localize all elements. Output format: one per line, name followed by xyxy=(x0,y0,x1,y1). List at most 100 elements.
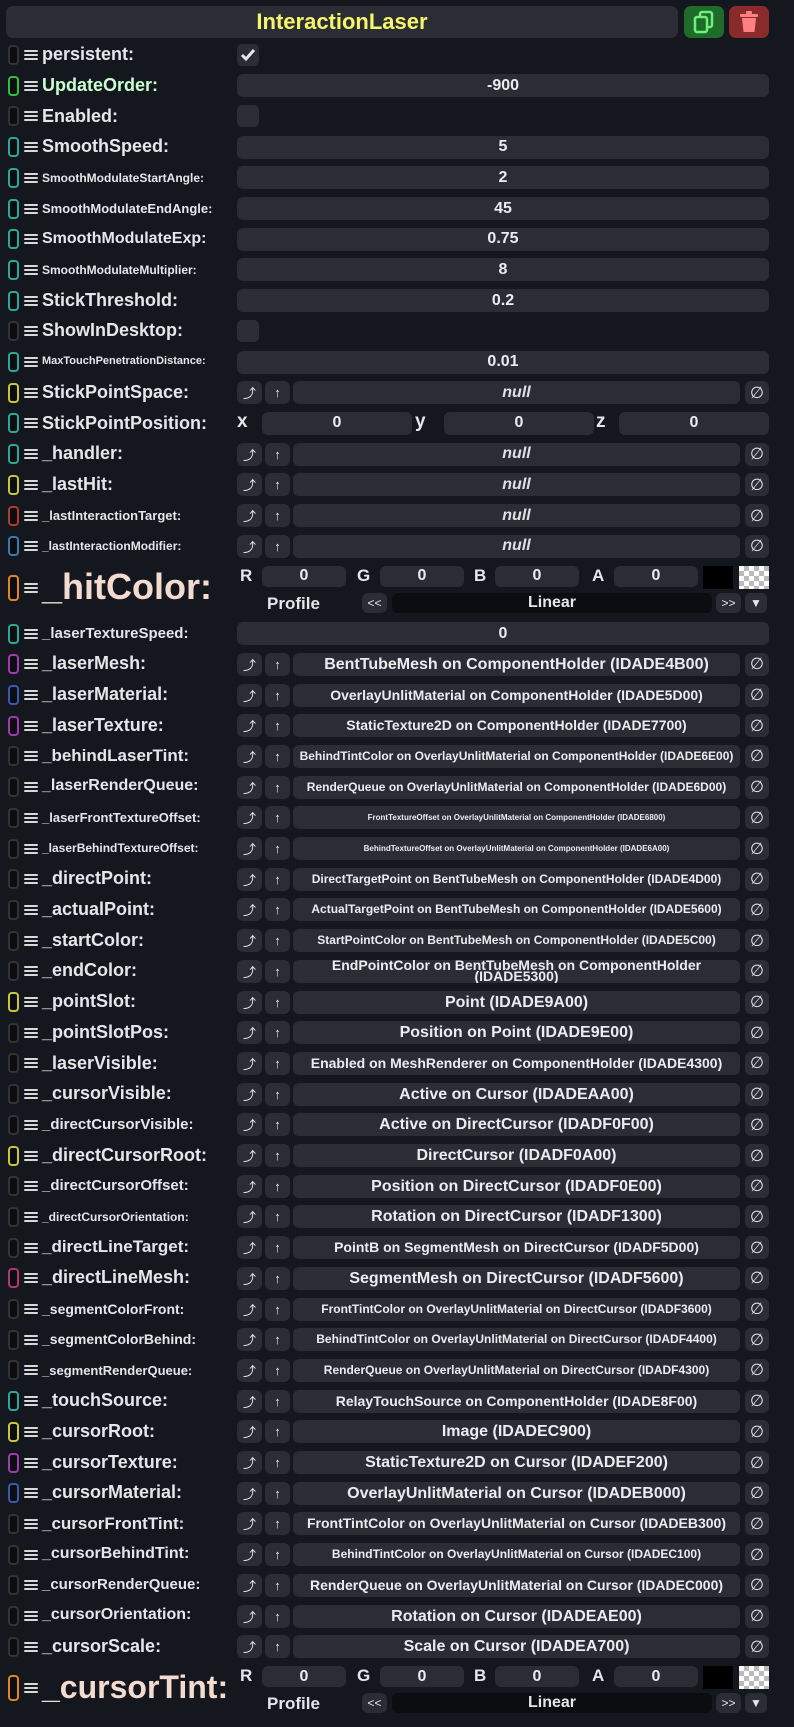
open-reference-button[interactable]: ⤴ xyxy=(237,929,262,953)
drag-handle-icon[interactable] xyxy=(24,935,38,946)
up-arrow-button[interactable]: ↑ xyxy=(265,714,290,738)
clear-button[interactable]: ∅ xyxy=(745,1174,769,1198)
up-arrow-button[interactable]: ↑ xyxy=(265,1635,290,1659)
reference-field[interactable]: Position on DirectCursor (IDADF0E00) xyxy=(293,1174,740,1198)
reference-field[interactable]: DirectTargetPoint on BentTubeMesh on Com… xyxy=(293,867,740,891)
drag-handle-icon[interactable] xyxy=(24,295,38,306)
drag-handle-icon[interactable] xyxy=(24,904,38,915)
drag-handle-icon[interactable] xyxy=(24,659,38,670)
up-arrow-button[interactable]: ↑ xyxy=(265,1328,290,1352)
color-swatch[interactable] xyxy=(703,565,733,589)
open-reference-button[interactable]: ⤴ xyxy=(237,1451,262,1474)
reference-field[interactable]: BehindTextureOffset on OverlayUnlitMater… xyxy=(293,837,740,860)
drag-handle-icon[interactable] xyxy=(24,782,38,793)
reference-field[interactable]: RelayTouchSource on ComponentHolder (IDA… xyxy=(293,1389,740,1413)
profile-next-button[interactable]: >> xyxy=(716,592,741,613)
drag-handle-icon[interactable] xyxy=(24,628,38,639)
dropdown-arrow-icon[interactable]: ▼ xyxy=(745,1693,767,1714)
drag-handle-icon[interactable] xyxy=(24,966,38,977)
up-arrow-button[interactable]: ↑ xyxy=(265,1512,290,1536)
clear-button[interactable]: ∅ xyxy=(745,683,769,707)
open-reference-button[interactable]: ⤴ xyxy=(237,1543,262,1567)
drag-handle-icon[interactable] xyxy=(24,203,38,214)
up-arrow-button[interactable]: ↑ xyxy=(265,929,290,953)
drag-handle-icon[interactable] xyxy=(24,720,38,731)
open-reference-button[interactable]: ⤴ xyxy=(237,1389,262,1413)
channel-field-r[interactable]: 0 xyxy=(262,565,346,587)
reference-field[interactable]: FrontTextureOffset on OverlayUnlitMateri… xyxy=(293,806,740,830)
reference-field[interactable]: BehindTintColor on OverlayUnlitMaterial … xyxy=(293,744,740,768)
up-arrow-button[interactable]: ↑ xyxy=(265,1604,290,1628)
drag-handle-icon[interactable] xyxy=(24,1181,38,1192)
clear-button[interactable]: ∅ xyxy=(745,1021,769,1045)
drag-handle-icon[interactable] xyxy=(24,510,38,521)
drag-handle-icon[interactable] xyxy=(24,1396,38,1407)
open-reference-button[interactable]: ⤴ xyxy=(237,1328,262,1352)
up-arrow-button[interactable]: ↑ xyxy=(265,744,290,768)
up-arrow-button[interactable]: ↑ xyxy=(265,1358,290,1382)
drag-handle-icon[interactable] xyxy=(24,843,38,854)
up-arrow-button[interactable]: ↑ xyxy=(265,652,290,676)
open-reference-button[interactable]: ⤴ xyxy=(237,381,262,405)
drag-handle-icon[interactable] xyxy=(24,1641,38,1652)
profile-prev-button[interactable]: << xyxy=(362,592,387,613)
reference-field[interactable]: BehindTintColor on OverlayUnlitMaterial … xyxy=(293,1543,740,1567)
drag-handle-icon[interactable] xyxy=(24,1211,38,1222)
drag-handle-icon[interactable] xyxy=(24,1150,38,1161)
reference-field[interactable]: FrontTintColor on OverlayUnlitMaterial o… xyxy=(293,1512,740,1536)
up-arrow-button[interactable]: ↑ xyxy=(265,1297,290,1321)
clear-button[interactable]: ∅ xyxy=(745,1420,769,1444)
reference-field[interactable]: OverlayUnlitMaterial on Cursor (IDADEB00… xyxy=(293,1481,740,1505)
open-reference-button[interactable]: ⤴ xyxy=(237,744,262,768)
reference-field[interactable]: BentTubeMesh on ComponentHolder (IDADE4B… xyxy=(293,652,740,676)
profile-prev-button[interactable]: << xyxy=(362,1693,387,1714)
up-arrow-button[interactable]: ↑ xyxy=(265,1144,290,1167)
reference-field[interactable]: StaticTexture2D on ComponentHolder (IDAD… xyxy=(293,714,740,738)
open-reference-button[interactable]: ⤴ xyxy=(237,1420,262,1444)
up-arrow-button[interactable]: ↑ xyxy=(265,1174,290,1198)
clear-button[interactable]: ∅ xyxy=(745,1144,769,1167)
drag-handle-icon[interactable] xyxy=(24,1683,38,1694)
alpha-swatch[interactable] xyxy=(739,565,769,589)
open-reference-button[interactable]: ⤴ xyxy=(237,837,262,860)
reference-field[interactable]: Rotation on DirectCursor (IDADF1300) xyxy=(293,1205,740,1229)
clear-button[interactable]: ∅ xyxy=(745,1328,769,1352)
clear-button[interactable]: ∅ xyxy=(745,714,769,738)
channel-field-b[interactable]: 0 xyxy=(495,565,579,587)
drag-handle-icon[interactable] xyxy=(24,142,38,153)
drag-handle-icon[interactable] xyxy=(24,1273,38,1284)
up-arrow-button[interactable]: ↑ xyxy=(265,381,290,405)
open-reference-button[interactable]: ⤴ xyxy=(237,806,262,830)
up-arrow-button[interactable]: ↑ xyxy=(265,1021,290,1045)
open-reference-button[interactable]: ⤴ xyxy=(237,867,262,891)
up-arrow-button[interactable]: ↑ xyxy=(265,504,290,527)
open-reference-button[interactable]: ⤴ xyxy=(237,1573,262,1597)
value-field[interactable]: 8 xyxy=(237,258,769,282)
reference-field[interactable]: null xyxy=(293,442,740,466)
open-reference-button[interactable]: ⤴ xyxy=(237,959,262,983)
clear-button[interactable]: ∅ xyxy=(745,1297,769,1321)
up-arrow-button[interactable]: ↑ xyxy=(265,534,290,558)
drag-handle-icon[interactable] xyxy=(24,1518,38,1529)
open-reference-button[interactable]: ⤴ xyxy=(237,990,262,1014)
up-arrow-button[interactable]: ↑ xyxy=(265,1082,290,1106)
clear-button[interactable]: ∅ xyxy=(745,1512,769,1536)
open-reference-button[interactable]: ⤴ xyxy=(237,1604,262,1628)
clear-button[interactable]: ∅ xyxy=(745,806,769,830)
reference-field[interactable]: Position on Point (IDADE9E00) xyxy=(293,1021,740,1045)
value-field[interactable]: -900 xyxy=(237,74,769,98)
drag-handle-icon[interactable] xyxy=(24,1365,38,1376)
reference-field[interactable]: RenderQueue on OverlayUnlitMaterial on D… xyxy=(293,1358,740,1382)
clear-button[interactable]: ∅ xyxy=(745,1543,769,1567)
clear-button[interactable]: ∅ xyxy=(745,1205,769,1229)
drag-handle-icon[interactable] xyxy=(24,172,38,183)
drag-handle-icon[interactable] xyxy=(24,812,38,823)
open-reference-button[interactable]: ⤴ xyxy=(237,442,262,466)
open-reference-button[interactable]: ⤴ xyxy=(237,534,262,558)
value-field[interactable]: 45 xyxy=(237,197,769,220)
reference-field[interactable]: FrontTintColor on OverlayUnlitMaterial o… xyxy=(293,1297,740,1321)
up-arrow-button[interactable]: ↑ xyxy=(265,1113,290,1137)
drag-handle-icon[interactable] xyxy=(24,1027,38,1038)
drag-handle-icon[interactable] xyxy=(24,541,38,552)
clear-button[interactable]: ∅ xyxy=(745,473,769,497)
